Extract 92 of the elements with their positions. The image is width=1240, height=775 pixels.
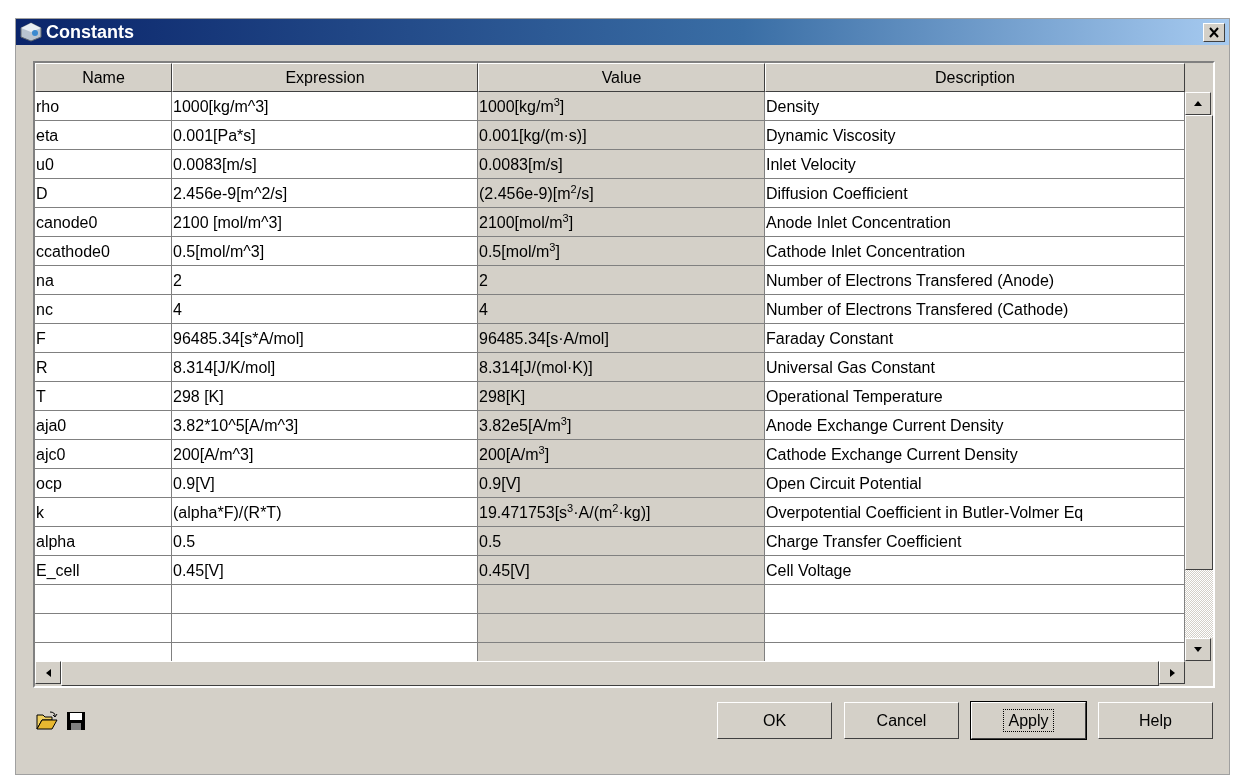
table-cell: 96485.34[s·A/mol] <box>478 324 765 353</box>
window-title: Constants <box>46 21 135 43</box>
column-header[interactable]: Value <box>478 63 765 92</box>
table-cell: ocp <box>35 469 172 498</box>
table-cell: Operational Temperature <box>765 382 1185 411</box>
table-cell: Inlet Velocity <box>765 150 1185 179</box>
table-cell: 2100 [mol/m^3] <box>172 208 478 237</box>
table-cell: 8.314[J/K/mol] <box>172 353 478 382</box>
table-cell: 0.5 <box>172 527 478 556</box>
table-cell: ccathode0 <box>35 237 172 266</box>
open-folder-icon[interactable] <box>36 710 58 731</box>
table-cell: 0.45[V] <box>172 556 478 585</box>
scroll-up-button[interactable] <box>1185 92 1211 115</box>
close-button[interactable] <box>1203 22 1225 42</box>
table-cell: nc <box>35 295 172 324</box>
table-cell: 298[K] <box>478 382 765 411</box>
table-cell: eta <box>35 121 172 150</box>
arrow-down-icon <box>1194 647 1202 652</box>
table-cell: 2 <box>478 266 765 295</box>
table-cell: Dynamic Viscosity <box>765 121 1185 150</box>
cube-icon <box>20 22 42 42</box>
dialog-button[interactable]: Help <box>1098 702 1213 739</box>
scroll-left-button[interactable] <box>35 661 61 684</box>
table-cell: 0.9[V] <box>478 469 765 498</box>
table-cell: canode0 <box>35 208 172 237</box>
table-cell: Open Circuit Potential <box>765 469 1185 498</box>
table-cell: Universal Gas Constant <box>765 353 1185 382</box>
arrow-right-icon <box>1169 668 1175 677</box>
arrow-up-icon <box>1194 101 1202 106</box>
scroll-down-button[interactable] <box>1185 638 1211 661</box>
table-cell: 0.5[mol/m^3] <box>172 237 478 266</box>
table-cell: 4 <box>172 295 478 324</box>
table-cell: 298 [K] <box>172 382 478 411</box>
column-header[interactable]: Description <box>765 63 1185 92</box>
table-cell: Faraday Constant <box>765 324 1185 353</box>
table-cell: Charge Transfer Coefficient <box>765 527 1185 556</box>
table-cell: alpha <box>35 527 172 556</box>
table-cell: 0.001[Pa*s] <box>172 121 478 150</box>
table-cell: Cathode Inlet Concentration <box>765 237 1185 266</box>
table-cell: na <box>35 266 172 295</box>
table-cell: (alpha*F)/(R*T) <box>172 498 478 527</box>
table-cell: Number of Electrons Transfered (Cathode) <box>765 295 1185 324</box>
table-cell: 200[A/m^3] <box>172 440 478 469</box>
table-cell: 3.82e5[A/m$^{3}$] <box>478 411 765 440</box>
table-cell: 0.001[kg/(m·s)] <box>478 121 765 150</box>
table-cell: 0.0083[m/s] <box>172 150 478 179</box>
table-cell: rho <box>35 92 172 121</box>
save-icon[interactable] <box>66 710 86 731</box>
table-cell: 2100[mol/m$^{3}$] <box>478 208 765 237</box>
table-cell: (2.456e-9)[m$^{2}$/s] <box>478 179 765 208</box>
table-cell: ajc0 <box>35 440 172 469</box>
table-cell: 0.5[mol/m$^{3}$] <box>478 237 765 266</box>
table-cell: 0.9[V] <box>172 469 478 498</box>
table-cell: 4 <box>478 295 765 324</box>
table-cell: T <box>35 382 172 411</box>
table-cell: aja0 <box>35 411 172 440</box>
table-cell: E_cell <box>35 556 172 585</box>
table-cell: 2 <box>172 266 478 295</box>
table-cell: 200[A/m$^{3}$] <box>478 440 765 469</box>
table-cell: 1000[kg/m$^{3}$] <box>478 92 765 121</box>
arrow-left-icon <box>45 668 51 677</box>
table-cell: 1000[kg/m^3] <box>172 92 478 121</box>
table-cell: 8.314[J/(mol·K)] <box>478 353 765 382</box>
table-cell: R <box>35 353 172 382</box>
table-cell: 0.0083[m/s] <box>478 150 765 179</box>
table-cell: 0.5 <box>478 527 765 556</box>
close-icon <box>1208 26 1220 38</box>
table-cell: Overpotential Coefficient in Butler-Volmer Eq <box>765 498 1185 527</box>
table-cell: 2.456e-9[m^2/s] <box>172 179 478 208</box>
table-cell: k <box>35 498 172 527</box>
table-cell: 19.471753[s$^{3}$·A/(m$^{2}$·kg)] <box>478 498 765 527</box>
scroll-right-button[interactable] <box>1159 661 1185 684</box>
table-cell: 0.45[V] <box>478 556 765 585</box>
dialog-button[interactable]: Cancel <box>844 702 959 739</box>
table-cell: 3.82*10^5[A/m^3] <box>172 411 478 440</box>
table-cell: Anode Inlet Concentration <box>765 208 1185 237</box>
table-cell: Diffusion Coefficient <box>765 179 1185 208</box>
column-header[interactable]: Name <box>35 63 172 92</box>
vertical-scrollbar[interactable] <box>1185 63 1213 661</box>
table-cell: Number of Electrons Transfered (Anode) <box>765 266 1185 295</box>
column-header[interactable]: Expression <box>172 63 478 92</box>
table-cell: Anode Exchange Current Density <box>765 411 1185 440</box>
table-cell: u0 <box>35 150 172 179</box>
table-cell: Cell Voltage <box>765 556 1185 585</box>
dialog-button[interactable]: OK <box>717 702 832 739</box>
table-cell: D <box>35 179 172 208</box>
scroll-thumb[interactable] <box>1185 115 1213 570</box>
table-cell: Density <box>765 92 1185 121</box>
table-cell: F <box>35 324 172 353</box>
table-cell: 96485.34[s*A/mol] <box>172 324 478 353</box>
dialog-button[interactable]: Apply <box>971 702 1086 739</box>
table-cell: Cathode Exchange Current Density <box>765 440 1185 469</box>
